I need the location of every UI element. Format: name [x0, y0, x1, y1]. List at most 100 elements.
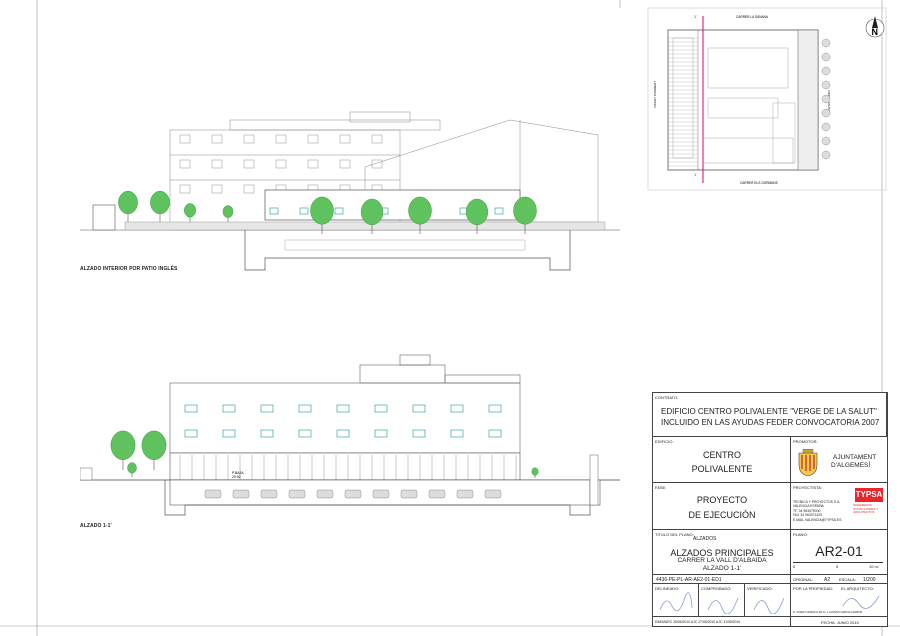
car [400, 489, 418, 499]
tree [127, 462, 137, 477]
window [412, 429, 426, 438]
titulo-top: ALZADOS [693, 536, 717, 542]
window [298, 404, 312, 413]
plan-tree [821, 122, 831, 132]
window [307, 159, 319, 169]
window [488, 404, 502, 413]
promotor-label: PROMOTOR: [793, 439, 818, 444]
window [371, 134, 383, 144]
fase-line1: PROYECTO [696, 495, 748, 505]
plano-number: AR2-01 [815, 543, 863, 559]
plan-tree [821, 136, 831, 146]
delineado-label: DELINEADO: [655, 586, 680, 591]
original-label: ORIGINAL: [793, 577, 814, 582]
tree [222, 205, 234, 222]
scale-tick: 0 [793, 564, 796, 569]
window [488, 429, 502, 438]
proyectista-address: TECNICA Y PROYECTOS S.A. VALENCIA ESPAÑA… [793, 500, 842, 522]
scale-tick: 10 m. [869, 564, 880, 569]
escala-label: ESCALA: [839, 577, 856, 582]
scale-tick: 5 [836, 564, 839, 569]
window [336, 429, 350, 438]
contrato-label: CONTRATO: [655, 395, 679, 400]
comprobado-label: COMPROBADO: [701, 586, 732, 591]
fase-label: FASE: [655, 485, 667, 490]
window [243, 134, 255, 144]
window [243, 159, 255, 169]
car [456, 489, 474, 499]
key-plan: 1' 1 CARRER LA SANANA CARRER ELS GORMANS… [653, 14, 885, 185]
window [339, 159, 351, 169]
plan-tree [821, 38, 831, 48]
plan-street-top: CARRER LA SANANA [736, 15, 769, 19]
window [298, 429, 312, 438]
arquitecto-label: EL ARQUITECTO: [841, 586, 874, 591]
date-row: DIM/MARC 26/05/2010 AJC 27/05/2010 AJC 3… [655, 619, 741, 624]
plan-tree [821, 80, 831, 90]
plan-code: 4436-PE-PL-AR-AE2-01-ED1 [656, 576, 722, 583]
elevation-top-label: ALZADO INTERIOR POR PATIO INGLÉS [80, 266, 178, 272]
plan-tree [821, 52, 831, 62]
window [184, 404, 198, 413]
section-mark-bottom: 1 [694, 172, 697, 177]
signature [753, 597, 785, 614]
car [344, 489, 362, 499]
window [179, 134, 191, 144]
window [222, 429, 236, 438]
title-block: CONTRATO: EDIFICIO CENTRO POLIVALENTE "V… [652, 392, 888, 627]
typsa-subtitle: INGENIEROS CONSULTORES Y ARQUITECTOS [853, 503, 879, 515]
window [374, 429, 388, 438]
escala-value: 1/200 [863, 576, 876, 583]
plan-tree [821, 150, 831, 160]
window [336, 404, 350, 413]
fase-line2: DE EJECUCIÓN [688, 510, 756, 520]
window [260, 404, 274, 413]
verificado-label: VERIFICADO: [747, 586, 773, 591]
tree [150, 190, 170, 222]
window [339, 134, 351, 144]
elevation-bottom: P.BAJA 29.52 [80, 354, 620, 516]
tree [184, 203, 196, 222]
tree [118, 190, 138, 222]
contrato-line1: EDIFICIO CENTRO POLIVALENTE "VERGE DE LA… [661, 407, 877, 416]
plan-street-bottom: CARRER ELS GORMANS [740, 181, 778, 185]
car [204, 489, 222, 499]
plan-tree [821, 108, 831, 118]
signature [842, 595, 880, 609]
window [184, 429, 198, 438]
titulo-label: TITULO DEL PLANO: [655, 532, 694, 537]
car [428, 489, 446, 499]
window [275, 159, 287, 169]
car [484, 489, 502, 499]
original-value: A2 [824, 576, 831, 583]
proyectista-label: PROYECTISTA: [793, 485, 823, 490]
algemesi-crest-icon [798, 449, 818, 477]
sign-names: D. VICENT GINER CLAR D. J. ALONSO GARCIA… [793, 611, 863, 614]
edificio-line1: CENTRO [703, 450, 741, 460]
plan-tree [821, 94, 831, 104]
car [372, 489, 390, 499]
promotor-line2: D'ALGEMESÍ [831, 462, 871, 469]
contrato-line2: INCLUIDO EN LAS AYUDAS FEDER CONVOCATORI… [661, 418, 880, 427]
car [288, 489, 306, 499]
window [211, 134, 223, 144]
plano-label: PLANO: [793, 532, 808, 537]
svg-text:29.52: 29.52 [232, 475, 241, 479]
elevation-top [80, 111, 620, 271]
window [243, 184, 255, 194]
section-mark-top: 1' [694, 14, 697, 19]
fecha: FECHA: JUNIO 2010 [821, 619, 859, 625]
window [450, 429, 464, 438]
window [374, 404, 388, 413]
window [260, 429, 274, 438]
north-arrow-label: N [872, 27, 879, 37]
edificio-label: EDIFICIO: [655, 439, 674, 444]
window [211, 159, 223, 169]
elevation-bottom-label: ALZADO 1-1' [80, 523, 112, 529]
window [179, 159, 191, 169]
car [316, 489, 334, 499]
car [260, 489, 278, 499]
car [232, 489, 250, 499]
signature [707, 597, 739, 614]
tree [141, 430, 167, 470]
